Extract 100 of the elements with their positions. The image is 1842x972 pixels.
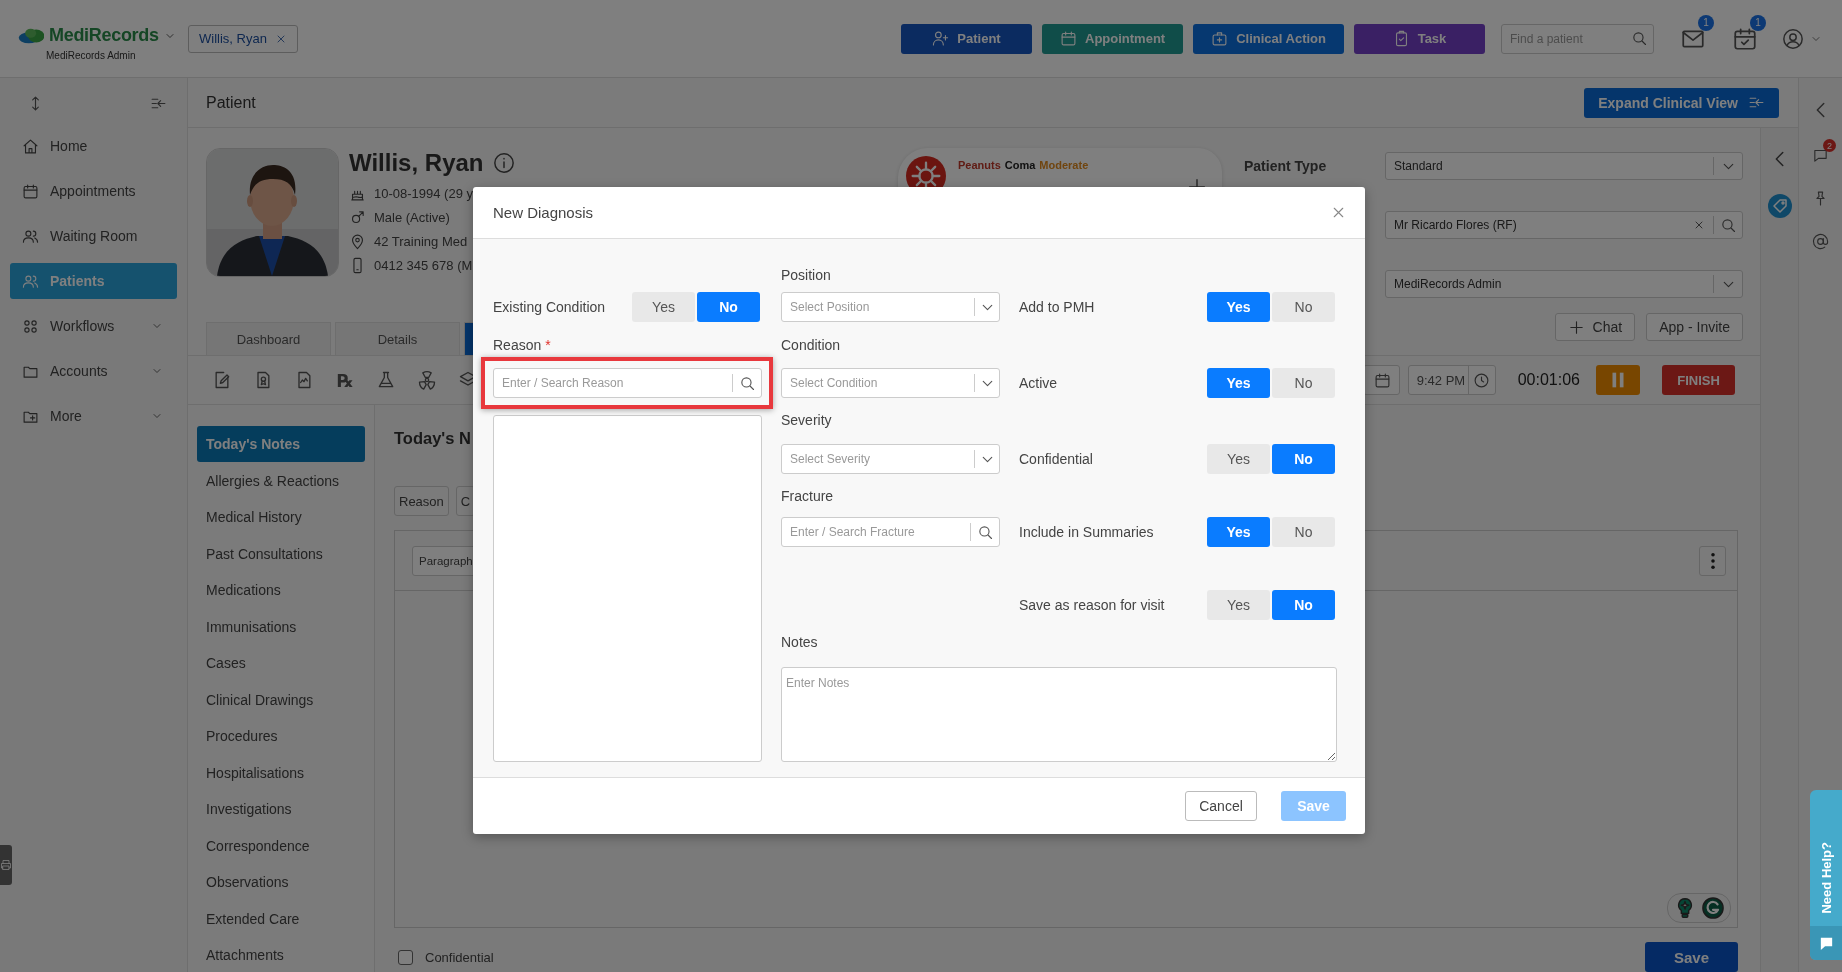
menu-item[interactable]: Hospitalisations — [197, 754, 365, 791]
side-tab[interactable] — [0, 845, 12, 885]
more-button[interactable] — [1699, 545, 1726, 576]
open-patient-tab[interactable]: Willis, Ryan — [188, 24, 298, 53]
fracture-search-field[interactable]: Enter / Search Fracture — [781, 517, 1000, 547]
field-label: Add to PMH — [1019, 299, 1095, 315]
user-avatar-icon[interactable] — [1782, 27, 1804, 50]
menu-item[interactable]: Investigations — [197, 791, 365, 827]
rx-symbol[interactable]: ℞ — [335, 369, 355, 391]
nav-item[interactable]: Workflows — [10, 308, 177, 344]
toggle-option[interactable]: Yes — [1207, 590, 1270, 620]
action-button[interactable]: Task — [1354, 23, 1485, 54]
nav-item[interactable]: Waiting Room — [10, 218, 177, 254]
time-field[interactable]: 9:42 PM — [1407, 365, 1496, 395]
toggle-option[interactable]: No — [1272, 368, 1335, 398]
info-icon[interactable] — [493, 152, 516, 174]
nav-item[interactable]: Home — [10, 128, 177, 164]
menu-item[interactable]: Cases — [197, 645, 365, 681]
flask-icon[interactable] — [376, 370, 396, 390]
finish-button[interactable]: FINISH — [1662, 365, 1735, 395]
radiation-icon[interactable] — [417, 370, 437, 390]
menu-item[interactable]: Allergies & Reactions — [197, 462, 365, 499]
field-label: Active — [1019, 375, 1058, 391]
menu-item[interactable]: Correspondence — [197, 827, 365, 864]
clear-icon[interactable] — [1693, 219, 1705, 231]
checkbox[interactable] — [398, 949, 413, 965]
gender-icon — [349, 209, 366, 226]
field-label: Include in Summaries — [1019, 524, 1154, 540]
at-sign-icon[interactable] — [1812, 233, 1829, 250]
toggle-option[interactable]: Yes — [1207, 368, 1270, 398]
dropdown-field[interactable]: Select Severity — [781, 444, 1000, 474]
dropdown-field[interactable]: Select Position — [781, 292, 1000, 322]
dropdown-field[interactable]: Select Condition — [781, 368, 1000, 398]
action-button[interactable]: Patient — [901, 23, 1033, 54]
tag-icon[interactable] — [1767, 194, 1792, 218]
field-label: Notes — [781, 634, 819, 650]
assistant-widget[interactable] — [1667, 893, 1731, 923]
menu-item[interactable]: Attachments — [197, 937, 365, 972]
menu-item[interactable]: Immunisations — [197, 608, 365, 645]
field-label: Confidential — [1019, 451, 1093, 467]
patient-detail: Male (Active) — [374, 210, 450, 225]
toggle-option[interactable]: No — [1272, 590, 1335, 620]
menu-item[interactable]: Clinical Drawings — [197, 681, 365, 718]
chip-button[interactable]: C — [455, 486, 476, 516]
count-badge: 2 — [1823, 139, 1836, 152]
action-button[interactable]: Clinical Action — [1193, 23, 1344, 54]
page-title: Patient — [206, 93, 256, 112]
nav-item[interactable]: Accounts — [10, 353, 177, 389]
pause-button[interactable] — [1596, 365, 1640, 395]
nav-item[interactable]: Appointments — [10, 173, 177, 209]
patient-detail: 0412 345 678 (M — [374, 258, 473, 273]
count-badge: 1 — [1698, 14, 1714, 31]
outline-button[interactable]: App - Invite — [1646, 313, 1743, 341]
toggle-option[interactable]: Yes — [1207, 292, 1270, 322]
help-tab[interactable]: Need Help? — [1810, 790, 1842, 960]
calendar-icon — [22, 182, 39, 200]
home-icon — [22, 137, 39, 155]
menu-item[interactable]: Past Consultations — [197, 535, 365, 572]
toggle-option[interactable]: No — [1272, 444, 1335, 474]
search-field[interactable]: Mr Ricardo Flores (RF) — [1385, 211, 1743, 239]
toggle-option[interactable]: Yes — [1207, 517, 1270, 547]
field-label: Existing Condition — [493, 299, 606, 315]
menu-item[interactable]: Observations — [197, 864, 365, 900]
toggle-option[interactable]: Yes — [632, 292, 695, 322]
calendar-icon — [1060, 30, 1078, 47]
menu-item[interactable]: Extended Care — [197, 900, 365, 937]
reason-search-field[interactable]: Enter / Search Reason — [493, 368, 762, 398]
toggle-option[interactable]: Yes — [1207, 444, 1270, 474]
kebab-icon — [1710, 552, 1715, 569]
chat-icon[interactable] — [1812, 147, 1829, 164]
notes-field[interactable]: Enter Notes — [781, 667, 1337, 762]
field-label: Patient Type — [1244, 158, 1328, 174]
field-label: Position — [781, 267, 832, 283]
action-button[interactable]: Appointment — [1042, 23, 1184, 54]
tab[interactable]: Details — [335, 322, 460, 355]
toggle-option[interactable]: No — [1272, 292, 1335, 322]
nav-item[interactable]: More — [10, 398, 177, 434]
clock-icon — [1473, 371, 1491, 389]
menu-item[interactable]: Medications — [197, 572, 365, 608]
checkbox-label: Confidential — [425, 949, 494, 965]
menu-item[interactable]: Procedures — [197, 718, 365, 754]
expand-view-button[interactable]: Expand Clinical View — [1584, 87, 1779, 118]
tab[interactable]: Dashboard — [206, 322, 331, 355]
save-button[interactable]: Save — [1645, 942, 1738, 972]
medical-bag-icon — [1211, 30, 1229, 47]
dropdown-field[interactable]: Standard — [1385, 152, 1743, 180]
toggle-option[interactable]: No — [1272, 517, 1335, 547]
toggle-option[interactable]: No — [697, 292, 760, 322]
menu-item[interactable]: Medical History — [197, 499, 365, 535]
outline-button[interactable]: Chat — [1554, 313, 1636, 341]
dialog-title: New Diagnosis — [493, 204, 594, 221]
menu-item[interactable]: Today's Notes — [197, 426, 365, 462]
patient-detail: 10-08-1994 (29 y — [374, 186, 473, 201]
brand-name: MediRecords — [49, 25, 159, 46]
calendar-check-icon[interactable] — [1732, 25, 1758, 52]
cancel-button[interactable]: Cancel — [1185, 791, 1257, 821]
timer-text: 00:01:06 — [1517, 371, 1580, 389]
chip-button[interactable]: Reason — [394, 486, 449, 516]
nav-item[interactable]: Patients — [10, 263, 177, 299]
dropdown-field[interactable]: MediRecords Admin — [1385, 270, 1743, 298]
